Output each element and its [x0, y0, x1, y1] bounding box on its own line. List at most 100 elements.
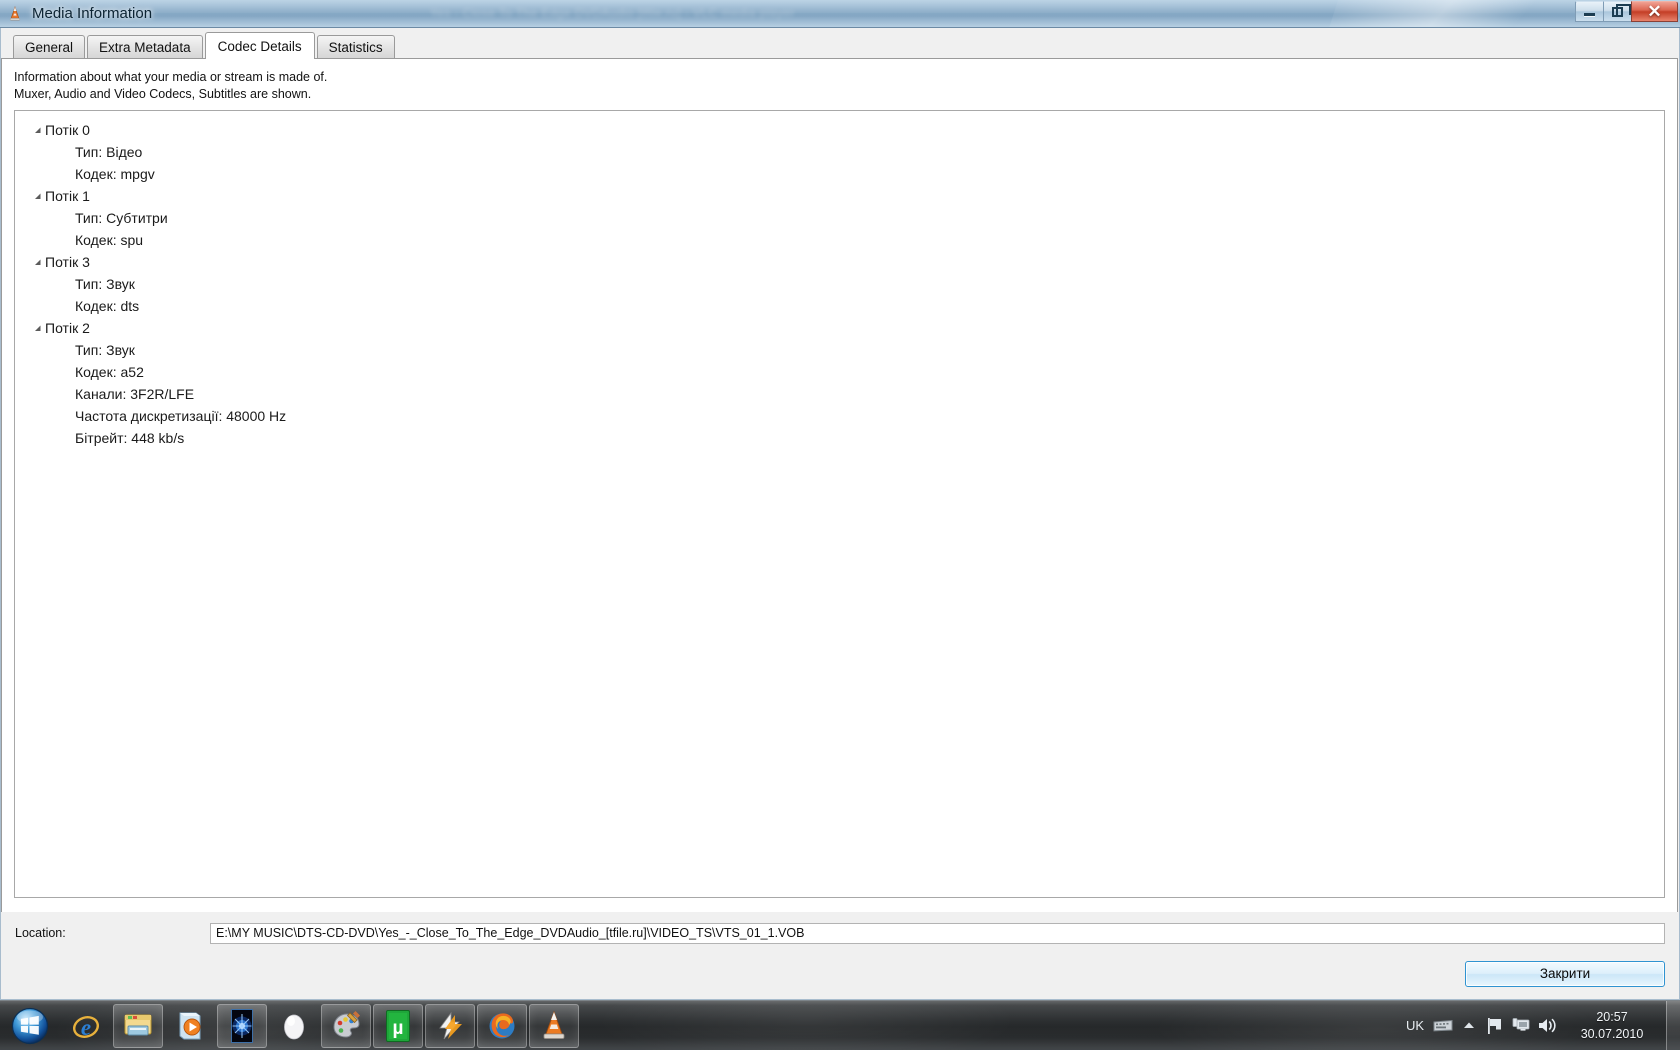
firefox-icon	[489, 1012, 515, 1038]
tree-item-label: Бітрейт: 448 kb/s	[75, 430, 185, 446]
white-egg-app-icon	[284, 1014, 304, 1039]
tree-item-label: Тип: Субтитри	[75, 210, 168, 226]
show-desktop-button[interactable]	[1666, 1001, 1680, 1050]
codec-tree-panel[interactable]: Потік 0 Тип: Відео Кодек: mpgv Потік 1 Т…	[14, 110, 1665, 898]
tree-node-label: Потік 0	[45, 122, 90, 138]
close-dialog-button[interactable]: Закрити	[1465, 960, 1665, 987]
taskbar-item-firefox[interactable]	[477, 1003, 527, 1048]
tree-item-label: Тип: Звук	[75, 276, 135, 292]
window-title: Media Information	[32, 5, 153, 22]
start-orb-icon	[11, 1007, 49, 1044]
window-titlebar: Yes - Close To The Edge DVDAudio [tfile.…	[0, 0, 1680, 28]
tree-node-stream[interactable]: Потік 0	[15, 119, 1664, 141]
volume-icon[interactable]	[1534, 1011, 1560, 1041]
close-icon: ✕	[1647, 2, 1662, 21]
taskbar-item-winamp[interactable]	[425, 1003, 475, 1048]
tab-general[interactable]: General	[13, 35, 86, 58]
taskbar-item-windows-media-player[interactable]	[165, 1004, 215, 1048]
taskbar-item-vlc[interactable]	[529, 1003, 579, 1048]
windows-taskbar: e µ UK 20:57 30.07.2010	[0, 1000, 1680, 1050]
windows-media-player-icon	[179, 1012, 201, 1039]
tab-extra-metadata[interactable]: Extra Metadata	[87, 35, 203, 58]
taskbar-item-blue-burst-app[interactable]	[217, 1003, 267, 1048]
tree-node-stream[interactable]: Потік 2	[15, 317, 1664, 339]
description-line-1: Information about what your media or str…	[14, 70, 328, 84]
close-button[interactable]: ✕	[1631, 1, 1678, 22]
media-information-window: Yes - Close To The Edge DVDAudio [tfile.…	[0, 0, 1680, 1000]
tree-item[interactable]: Тип: Звук	[15, 273, 1664, 295]
taskbar-item-windows-explorer[interactable]	[113, 1003, 163, 1048]
taskbar-items: e µ	[61, 1001, 581, 1050]
tree-item[interactable]: Тип: Відео	[15, 141, 1664, 163]
language-indicator[interactable]: UK	[1406, 1018, 1424, 1033]
tree-item[interactable]: Частота дискретизації: 48000 Hz	[15, 405, 1664, 427]
vlc-media-player-icon	[543, 1010, 565, 1039]
tree-node-stream[interactable]: Потік 3	[15, 251, 1664, 273]
tree-item[interactable]: Кодек: mpgv	[15, 163, 1664, 185]
expander-expanded-icon[interactable]	[29, 192, 45, 201]
location-row: Location: E:\MY MUSIC\DTS-CD-DVD\Yes_-_C…	[1, 912, 1679, 954]
windows-explorer-icon	[124, 1014, 152, 1035]
titlebar-left: Media Information	[0, 0, 1680, 27]
utorrent-icon: µ	[386, 1009, 410, 1042]
codec-tree: Потік 0 Тип: Відео Кодек: mpgv Потік 1 Т…	[15, 111, 1664, 449]
clock-date: 30.07.2010	[1580, 1026, 1644, 1041]
tree-item[interactable]: Кодек: a52	[15, 361, 1664, 383]
tab-codec-details[interactable]: Codec Details	[204, 32, 315, 59]
svg-text:e: e	[81, 1015, 91, 1040]
blue-burst-app-icon	[231, 1008, 253, 1043]
tree-node-label: Потік 2	[45, 320, 90, 336]
clock-time: 20:57	[1596, 1009, 1628, 1024]
tree-node-label: Потік 3	[45, 254, 90, 270]
tree-item[interactable]: Бітрейт: 448 kb/s	[15, 427, 1664, 449]
tree-node-stream[interactable]: Потік 1	[15, 185, 1664, 207]
tree-item-label: Кодек: mpgv	[75, 166, 155, 182]
tree-item-label: Кодек: spu	[75, 232, 144, 248]
tree-item[interactable]: Тип: Субтитри	[15, 207, 1664, 229]
show-hidden-icons-chevron[interactable]	[1456, 1011, 1482, 1041]
location-label: Location:	[15, 926, 66, 940]
window-controls: ✕	[1575, 1, 1678, 23]
tree-item-label: Кодек: dts	[75, 298, 140, 314]
keyboard-icon[interactable]	[1430, 1011, 1456, 1041]
system-tray: UK 20:57 30.07.2010	[1406, 1001, 1680, 1050]
expander-expanded-icon[interactable]	[29, 324, 45, 333]
tree-item-label: Тип: Відео	[75, 144, 143, 160]
taskbar-item-internet-explorer[interactable]: e	[61, 1004, 111, 1048]
tree-node-label: Потік 1	[45, 188, 90, 204]
tree-item[interactable]: Канали: 3F2R/LFE	[15, 383, 1664, 405]
tab-statistics[interactable]: Statistics	[316, 35, 395, 58]
vlc-cone-icon	[7, 5, 23, 22]
tree-item-label: Частота дискретизації: 48000 Hz	[75, 408, 287, 424]
taskbar-clock[interactable]: 20:57 30.07.2010	[1566, 1009, 1658, 1043]
tree-item[interactable]: Кодек: spu	[15, 229, 1664, 251]
minimize-icon	[1584, 13, 1595, 16]
expander-expanded-icon[interactable]	[29, 258, 45, 267]
expander-expanded-icon[interactable]	[29, 126, 45, 135]
taskbar-item-white-egg-app[interactable]	[269, 1004, 319, 1048]
tree-item-label: Канали: 3F2R/LFE	[75, 386, 195, 402]
svg-text:µ: µ	[393, 1018, 404, 1039]
taskbar-item-utorrent[interactable]: µ	[373, 1003, 423, 1048]
location-field[interactable]: E:\MY MUSIC\DTS-CD-DVD\Yes_-_Close_To_Th…	[210, 922, 1665, 944]
paint-icon	[333, 1010, 360, 1038]
restore-button[interactable]	[1603, 1, 1632, 22]
description-line-2: Muxer, Audio and Video Codecs, Subtitles…	[14, 87, 312, 101]
tab-page-codec-details: Information about what your media or str…	[1, 58, 1678, 912]
tree-item-label: Кодек: a52	[75, 364, 144, 380]
tree-item[interactable]: Кодек: dts	[15, 295, 1664, 317]
minimize-button[interactable]	[1575, 1, 1604, 22]
tree-item[interactable]: Тип: Звук	[15, 339, 1664, 361]
tab-strip: General Extra Metadata Codec Details Sta…	[1, 28, 1679, 59]
network-icon[interactable]	[1508, 1011, 1534, 1041]
start-button[interactable]	[3, 1004, 57, 1048]
action-center-flag-icon[interactable]	[1482, 1011, 1508, 1041]
internet-explorer-icon: e	[73, 1015, 99, 1040]
dialog-button-row: Закрити	[1, 954, 1679, 1000]
winamp-icon	[439, 1011, 462, 1039]
window-body: General Extra Metadata Codec Details Sta…	[0, 28, 1680, 1000]
description-block: Information about what your media or str…	[2, 59, 1677, 110]
taskbar-item-paint[interactable]	[321, 1003, 371, 1048]
restore-icon	[1612, 3, 1631, 17]
tree-item-label: Тип: Звук	[75, 342, 135, 358]
